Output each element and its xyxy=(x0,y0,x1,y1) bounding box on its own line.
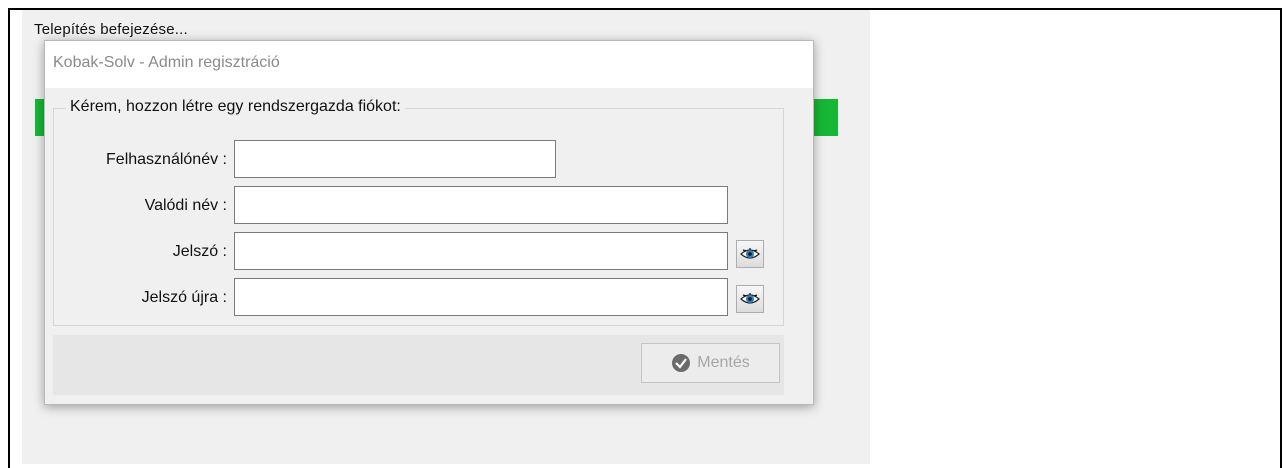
dialog-body: Kérem, hozzon létre egy rendszergazda fi… xyxy=(45,88,813,404)
password-input[interactable] xyxy=(234,232,728,270)
save-button-label: Mentés xyxy=(697,354,750,371)
username-label: Felhasználónév : xyxy=(106,151,227,168)
show-password-again-button[interactable] xyxy=(736,285,764,313)
save-button[interactable]: Mentés xyxy=(641,343,780,383)
username-input[interactable] xyxy=(234,140,556,178)
password-again-label: Jelszó újra : xyxy=(141,289,227,306)
realname-input[interactable] xyxy=(234,186,728,224)
eye-icon xyxy=(740,248,760,259)
check-circle-icon xyxy=(672,354,691,372)
dialog-title: Kobak-Solv - Admin regisztráció xyxy=(53,54,280,71)
groupbox-legend: Kérem, hozzon létre egy rendszergazda fi… xyxy=(66,98,405,116)
admin-registration-dialog: Kobak-Solv - Admin regisztráció Kérem, h… xyxy=(44,40,814,405)
account-groupbox: Kérem, hozzon létre egy rendszergazda fi… xyxy=(53,98,784,326)
installer-status-text: Telepítés befejezése... xyxy=(34,21,188,38)
show-password-button[interactable] xyxy=(736,240,764,268)
dialog-footer: Mentés xyxy=(53,335,784,395)
password-again-input[interactable] xyxy=(234,278,728,316)
password-label: Jelszó : xyxy=(172,243,227,260)
realname-label: Valódi név : xyxy=(144,197,227,214)
eye-icon xyxy=(740,293,760,304)
